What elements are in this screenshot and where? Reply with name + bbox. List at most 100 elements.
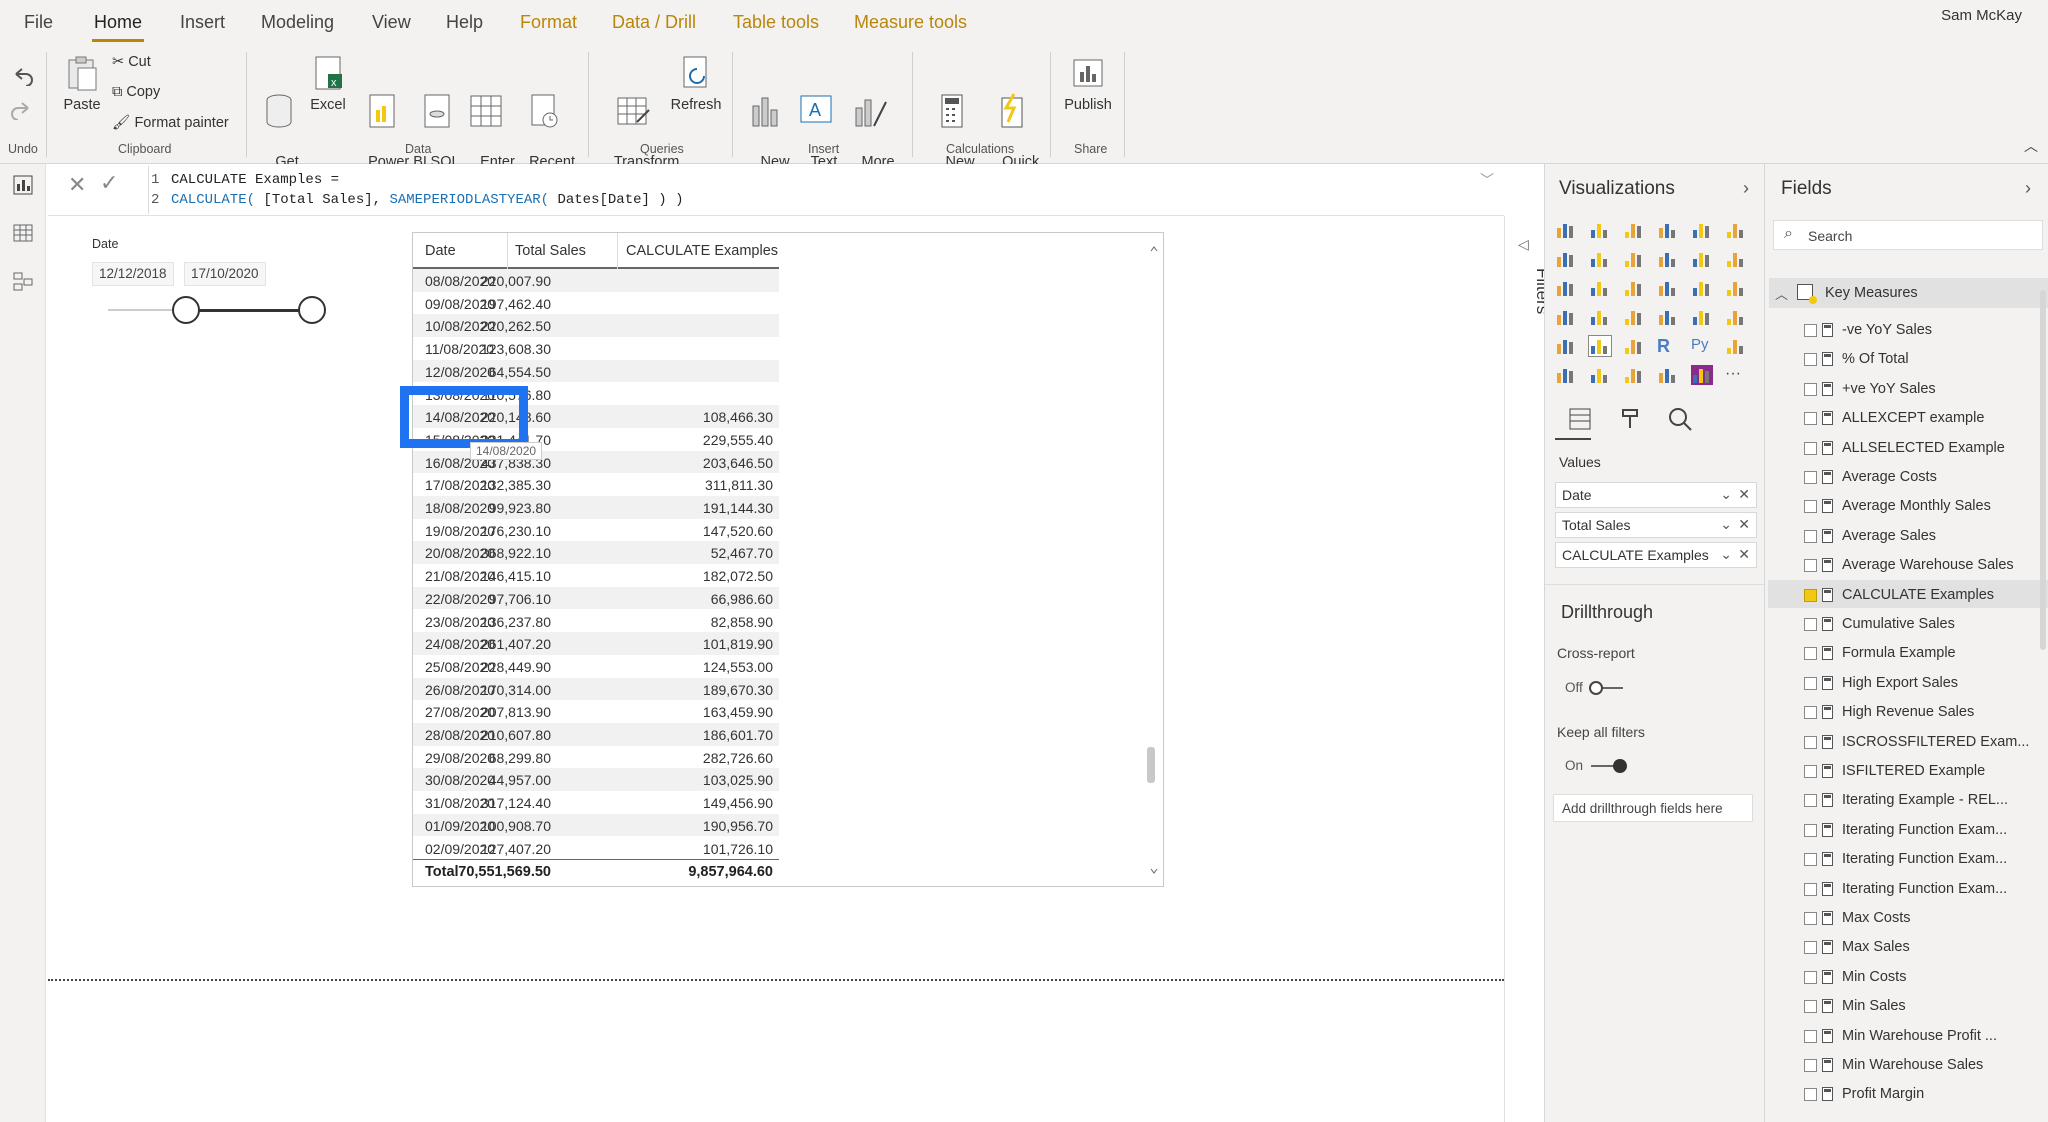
cross-report-toggle[interactable]: Off xyxy=(1565,678,1645,698)
total-sales-cell[interactable]: 197,462.40 xyxy=(481,296,551,312)
scrollbar-thumb[interactable] xyxy=(1147,747,1155,783)
map-icon[interactable] xyxy=(1725,278,1747,298)
pie-icon[interactable] xyxy=(1623,278,1645,298)
calculate-examples-cell[interactable]: 82,858.90 xyxy=(711,614,773,630)
expand-formula-icon[interactable]: ﹀ xyxy=(1480,170,1494,190)
decomposition-tree-icon[interactable] xyxy=(1555,365,1577,385)
field-checkbox[interactable] xyxy=(1804,588,1817,602)
tab-table-tools[interactable]: Table tools xyxy=(733,12,819,33)
treemap-icon[interactable] xyxy=(1691,278,1713,298)
slicer-start-date[interactable]: 12/12/2018 xyxy=(92,262,174,286)
r-visual-icon[interactable]: R xyxy=(1657,336,1679,356)
stacked-area-icon[interactable] xyxy=(1623,249,1645,269)
date-cell[interactable]: 18/08/2020 xyxy=(425,500,495,516)
table-row[interactable]: 11/08/2020 123,608.30 xyxy=(413,337,779,360)
field-checkbox[interactable] xyxy=(1804,618,1817,631)
clustered-column-icon[interactable] xyxy=(1657,220,1679,240)
field-checkbox[interactable] xyxy=(1804,559,1817,573)
line-column-2-icon[interactable] xyxy=(1691,249,1713,269)
card-icon[interactable] xyxy=(1657,307,1679,327)
calculate-examples-cell[interactable]: 101,819.90 xyxy=(703,636,773,652)
tab-file[interactable]: File xyxy=(24,12,53,33)
table-header-key-measures[interactable]: ︿ Key Measures xyxy=(1769,278,2048,308)
well-total-sales[interactable]: Total Sales ⌄ ✕ xyxy=(1555,512,1757,538)
tab-home[interactable]: Home xyxy=(94,12,142,33)
filters-pane-collapsed[interactable] xyxy=(1504,216,1544,1122)
table-row[interactable]: 12/08/2020 64,554.50 xyxy=(413,359,779,383)
funnel-icon[interactable] xyxy=(1589,307,1611,327)
copy-button[interactable]: ⧉ Copy xyxy=(112,84,160,100)
donut-icon[interactable] xyxy=(1657,278,1679,298)
calculate-examples-cell[interactable]: 101,726.10 xyxy=(703,841,773,857)
total-sales-cell[interactable]: 146,415.10 xyxy=(481,568,551,584)
slicer-icon[interactable] xyxy=(1555,336,1577,356)
table-icon[interactable] xyxy=(1588,335,1612,357)
chevron-right-icon[interactable]: › xyxy=(2025,178,2031,199)
publish-button[interactable]: Publish xyxy=(1060,54,1116,115)
table-row[interactable]: 24/08/2020 261,407.20 101,819.90 xyxy=(413,632,779,655)
line-icon[interactable] xyxy=(1555,249,1577,269)
cancel-formula-icon[interactable]: ✕ xyxy=(68,172,86,198)
field-checkbox[interactable] xyxy=(1804,1029,1817,1043)
100-bar-icon[interactable] xyxy=(1691,220,1713,240)
total-sales-cell[interactable]: 136,237.80 xyxy=(481,614,551,630)
line-column-icon[interactable] xyxy=(1657,249,1679,269)
table-row[interactable]: 01/09/2020 100,908.70 190,956.70 xyxy=(413,813,779,837)
total-sales-cell[interactable]: 317,124.40 xyxy=(481,795,551,811)
total-sales-cell[interactable]: 132,385.30 xyxy=(481,477,551,493)
table-visual[interactable]: Date Total Sales CALCULATE Examples 08/0… xyxy=(412,232,1164,887)
total-sales-cell[interactable]: 176,230.10 xyxy=(481,523,551,539)
calculate-examples-cell[interactable]: 311,811.30 xyxy=(705,477,773,493)
key-influencers-icon[interactable] xyxy=(1725,336,1747,356)
total-sales-cell[interactable]: 207,813.90 xyxy=(481,704,551,720)
table-row[interactable]: 09/08/2020 197,462.40 xyxy=(413,292,779,315)
calculate-examples-cell[interactable]: 103,025.90 xyxy=(703,772,773,788)
table-row[interactable]: 25/08/2020 228,449.90 124,553.00 xyxy=(413,655,779,678)
scatter-icon[interactable] xyxy=(1589,278,1611,298)
commit-formula-icon[interactable]: ✓ xyxy=(100,170,118,196)
date-cell[interactable]: 30/08/2020 xyxy=(425,772,495,788)
tab-view[interactable]: View xyxy=(372,12,411,33)
table-row[interactable]: 23/08/2020 136,237.80 82,858.90 xyxy=(413,610,779,633)
formula-editor[interactable]: 1 CALCULATE Examples = 2 CALCULATE( [Tot… xyxy=(148,166,1498,214)
total-sales-cell[interactable]: 44,957.00 xyxy=(489,772,551,788)
fields-scrollbar[interactable] xyxy=(2040,290,2046,650)
data-view-icon[interactable] xyxy=(12,222,34,244)
table-row[interactable]: 10/08/2020 220,262.50 xyxy=(413,314,779,338)
table-row[interactable]: 21/08/2020 146,415.10 182,072.50 xyxy=(413,564,779,587)
field-checkbox[interactable] xyxy=(1804,706,1817,720)
table-row[interactable]: 16/08/2020 437,838.30 203,646.50 xyxy=(413,450,779,474)
calculate-examples-cell[interactable]: 203,646.50 xyxy=(703,455,773,471)
table-row[interactable]: 18/08/2020 99,923.80 191,144.30 xyxy=(413,496,779,519)
matrix-icon[interactable] xyxy=(1623,336,1645,356)
field-checkbox[interactable] xyxy=(1804,765,1817,778)
waterfall-icon[interactable] xyxy=(1555,278,1577,298)
collapse-filters-icon[interactable]: ◁ xyxy=(1518,236,1529,253)
field-checkbox[interactable] xyxy=(1804,1088,1817,1102)
column-header-calculate-examples[interactable]: CALCULATE Examples xyxy=(626,243,778,259)
table-row[interactable]: 08/08/2020 220,007.90 xyxy=(413,269,779,292)
model-view-icon[interactable] xyxy=(12,270,34,292)
calculate-examples-cell[interactable]: 149,456.90 xyxy=(703,795,773,811)
well-calculate-examples[interactable]: CALCULATE Examples ⌄ ✕ xyxy=(1555,542,1757,568)
chevron-right-icon[interactable]: › xyxy=(1743,178,1749,199)
well-date[interactable]: Date ⌄ ✕ xyxy=(1555,482,1757,508)
field-checkbox[interactable] xyxy=(1804,1059,1817,1072)
total-sales-cell[interactable]: 127,407.20 xyxy=(481,841,551,857)
kpi-icon[interactable] xyxy=(1725,307,1747,327)
table-row[interactable]: 29/08/2020 68,299.80 282,726.60 xyxy=(413,746,779,769)
excel-button[interactable]: x Excel xyxy=(308,54,348,115)
table-row[interactable]: 28/08/2020 210,607.80 186,601.70 xyxy=(413,723,779,746)
table-row[interactable]: 02/09/2020 127,407.20 101,726.10 xyxy=(413,837,779,860)
total-sales-cell[interactable]: 100,908.70 xyxy=(481,818,551,834)
total-sales-cell[interactable]: 64,554.50 xyxy=(489,364,551,380)
calculate-examples-cell[interactable]: 229,555.40 xyxy=(703,432,773,448)
field-checkbox[interactable] xyxy=(1804,353,1817,367)
total-sales-cell[interactable]: 220,007.90 xyxy=(481,273,551,289)
field-checkbox[interactable] xyxy=(1804,441,1817,455)
total-sales-cell[interactable]: 170,314.00 xyxy=(481,682,551,698)
ribbon-icon[interactable] xyxy=(1725,249,1747,269)
filled-map-icon[interactable] xyxy=(1555,307,1577,327)
table-row[interactable]: 17/08/2020 132,385.30 311,811.30 xyxy=(413,473,779,496)
calculate-examples-cell[interactable]: 163,459.90 xyxy=(703,704,773,720)
